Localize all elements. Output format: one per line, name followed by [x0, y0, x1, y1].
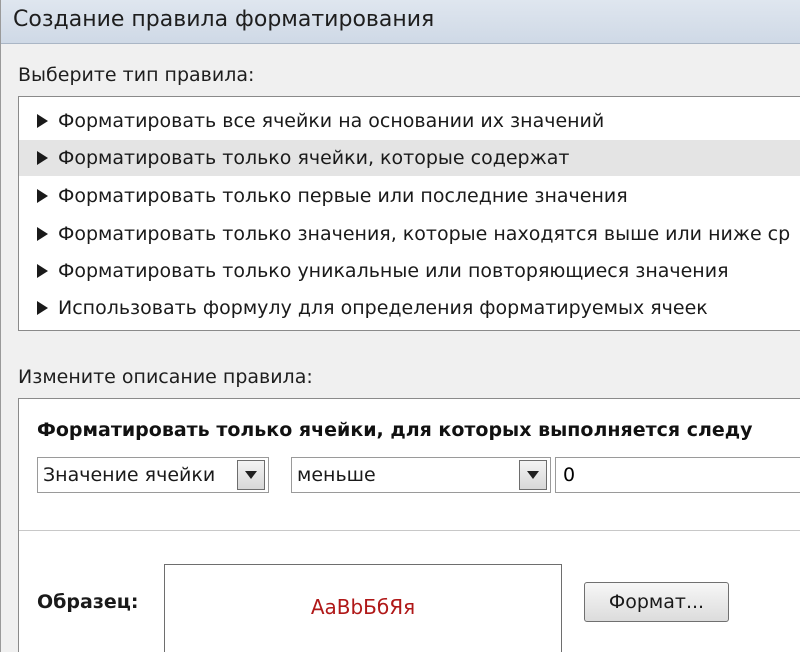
format-rule-dialog: Создание правила форматирования Выберите…	[0, 0, 800, 652]
operator-select[interactable]: меньше	[291, 457, 551, 493]
sample-preview-text: АаBbБбЯя	[310, 595, 416, 619]
rule-type-item[interactable]: Форматировать все ячейки на основании их…	[19, 103, 800, 139]
rule-type-item-label: Форматировать только ячейки, которые сод…	[58, 147, 570, 169]
rule-type-item-label: Использовать формулу для определения фор…	[58, 297, 708, 319]
triangle-right-icon	[37, 301, 48, 315]
dialog-title: Создание правила форматирования	[13, 7, 435, 32]
triangle-right-icon	[37, 114, 48, 128]
triangle-right-icon	[37, 189, 48, 203]
triangle-right-icon	[37, 151, 48, 165]
triangle-right-icon	[37, 264, 48, 278]
rule-type-item[interactable]: Форматировать только уникальные или повт…	[19, 253, 800, 289]
rule-type-item-label: Форматировать только значения, которые н…	[58, 223, 791, 245]
rule-type-item-label: Форматировать все ячейки на основании их…	[58, 110, 605, 132]
rule-type-item-label: Форматировать только уникальные или повт…	[58, 260, 729, 282]
operator-value: меньше	[297, 464, 376, 486]
rule-type-item[interactable]: Использовать формулу для определения фор…	[19, 290, 800, 326]
value-input[interactable]	[555, 457, 800, 493]
divider	[19, 530, 800, 531]
title-bar: Создание правила форматирования	[1, 0, 800, 44]
condition-field-select[interactable]: Значение ячейки	[37, 457, 269, 493]
rule-type-label: Выберите тип правила:	[18, 64, 255, 86]
rule-description-label: Измените описание правила:	[18, 366, 313, 388]
rule-type-item-selected[interactable]: Форматировать только ячейки, которые сод…	[19, 140, 800, 176]
triangle-right-icon	[37, 227, 48, 241]
rule-description-heading: Форматировать только ячейки, для которых…	[37, 419, 753, 441]
rule-description-panel: Форматировать только ячейки, для которых…	[18, 398, 800, 652]
rule-type-item[interactable]: Форматировать только значения, которые н…	[19, 216, 800, 252]
operator-dropdown-button[interactable]	[519, 460, 547, 490]
rule-type-list[interactable]: Форматировать все ячейки на основании их…	[18, 96, 800, 331]
chevron-down-icon	[245, 471, 257, 479]
chevron-down-icon	[527, 471, 539, 479]
condition-field-dropdown-button[interactable]	[237, 460, 265, 490]
rule-type-item-label: Форматировать только первые или последни…	[58, 185, 628, 207]
sample-preview: АаBbБбЯя	[164, 564, 562, 652]
condition-field-value: Значение ячейки	[43, 464, 216, 486]
format-button[interactable]: Формат...	[584, 582, 729, 622]
rule-type-item[interactable]: Форматировать только первые или последни…	[19, 178, 800, 214]
sample-label: Образец:	[37, 591, 139, 613]
